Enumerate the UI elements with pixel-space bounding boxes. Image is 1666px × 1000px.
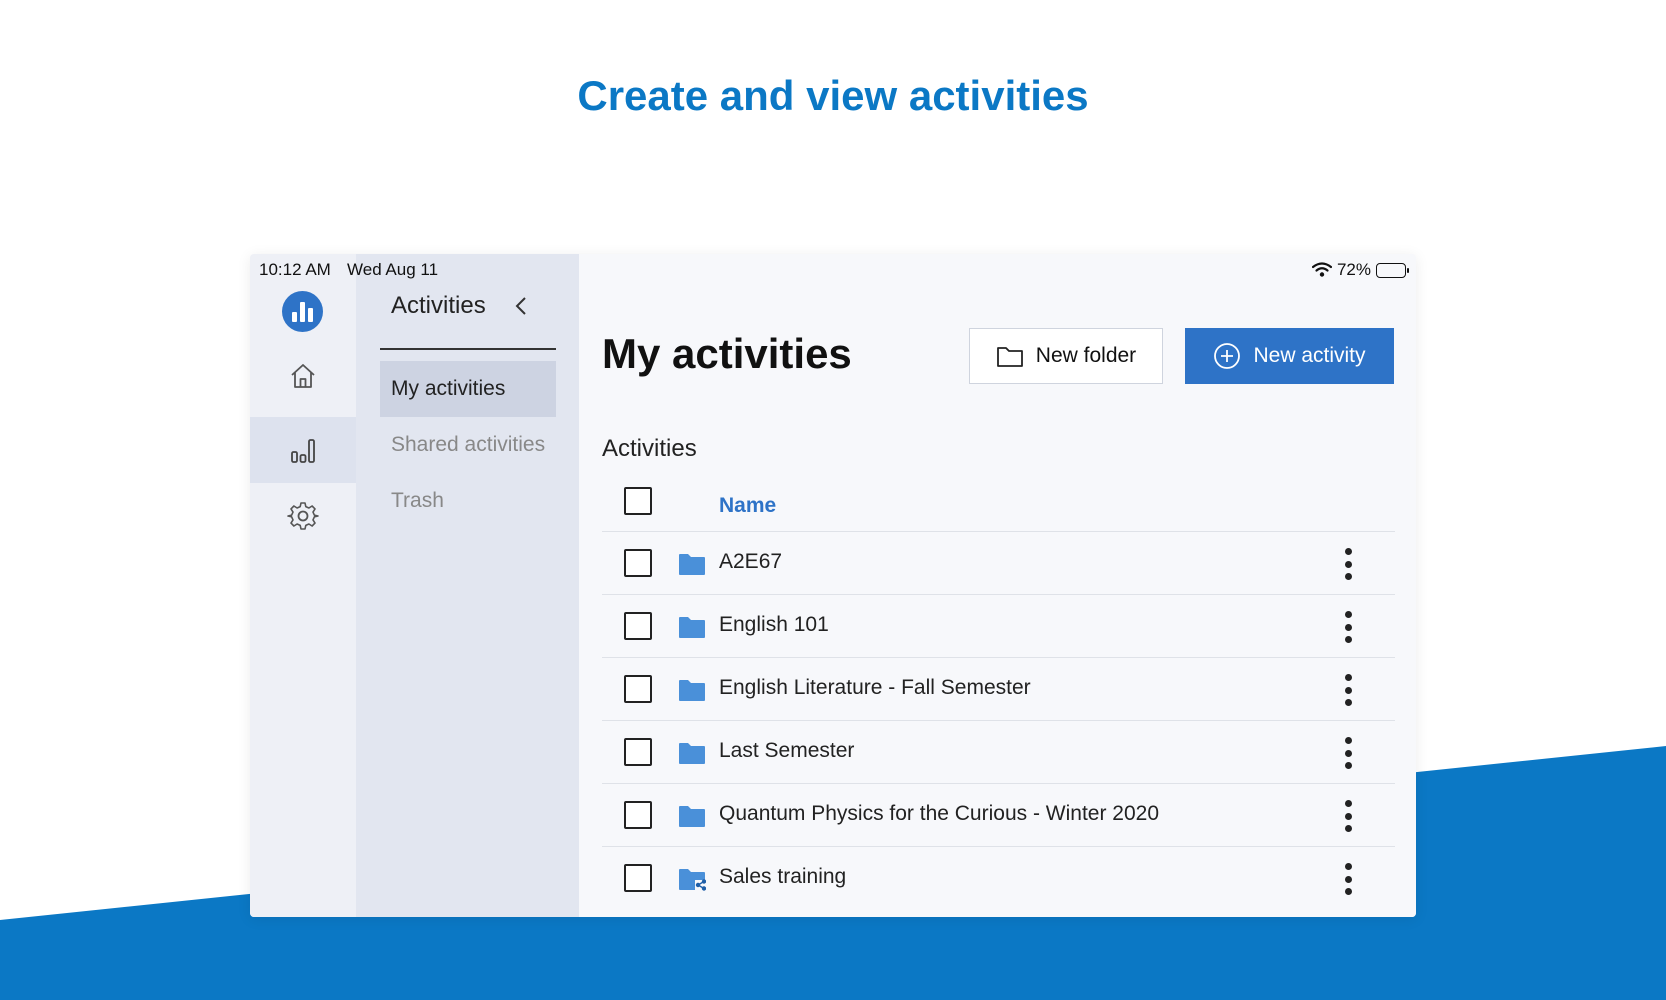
app-window: 10:12 AM Wed Aug 11 72% Activities My ac… bbox=[250, 254, 1416, 917]
page-title: My activities bbox=[602, 330, 852, 377]
row-checkbox[interactable] bbox=[624, 864, 652, 892]
section-title: Activities bbox=[602, 435, 697, 462]
row-name: Last Semester bbox=[719, 739, 855, 762]
status-indicators: 72% bbox=[1311, 260, 1409, 280]
table-row[interactable]: Quantum Physics for the Curious - Winter… bbox=[602, 784, 1395, 847]
row-checkbox[interactable] bbox=[624, 612, 652, 640]
wifi-icon bbox=[1311, 262, 1332, 277]
more-options-icon[interactable] bbox=[1343, 863, 1353, 895]
row-name: Quantum Physics for the Curious - Winter… bbox=[719, 802, 1160, 825]
new-folder-label: New folder bbox=[1035, 344, 1137, 367]
headline: Create and view activities bbox=[577, 72, 1089, 119]
panel-item-my-activities[interactable]: My activities bbox=[380, 361, 556, 417]
more-options-icon[interactable] bbox=[1343, 611, 1353, 643]
collapse-chevron-icon[interactable] bbox=[514, 296, 528, 322]
main-content: My activities New folder New activity Ac… bbox=[579, 254, 1416, 917]
select-all-checkbox[interactable] bbox=[624, 487, 652, 515]
home-icon[interactable] bbox=[250, 343, 356, 409]
table-row[interactable]: Last Semester bbox=[602, 721, 1395, 784]
status-time: 10:12 AM bbox=[259, 260, 331, 279]
more-options-icon[interactable] bbox=[1343, 737, 1353, 769]
activities-table: Name A2E67 English 101 English Literatur… bbox=[602, 487, 1395, 910]
table-header: Name bbox=[602, 487, 1395, 532]
more-options-icon[interactable] bbox=[1343, 548, 1353, 580]
panel-item-trash[interactable]: Trash bbox=[380, 473, 556, 529]
new-folder-button[interactable]: New folder bbox=[969, 328, 1163, 384]
row-checkbox[interactable] bbox=[624, 738, 652, 766]
folder-icon bbox=[679, 554, 705, 575]
logo-icon[interactable] bbox=[282, 291, 323, 332]
table-row[interactable]: English 101 bbox=[602, 595, 1395, 658]
nav-rail bbox=[250, 254, 356, 917]
activities-icon[interactable] bbox=[250, 417, 356, 483]
table-row[interactable]: English Literature - Fall Semester bbox=[602, 658, 1395, 721]
battery-icon bbox=[1376, 262, 1409, 278]
column-name[interactable]: Name bbox=[719, 494, 776, 518]
status-date: Wed Aug 11 bbox=[347, 260, 439, 279]
folder-icon bbox=[679, 680, 705, 701]
folder-icon bbox=[679, 617, 705, 638]
status-bar: 10:12 AM Wed Aug 11 72% bbox=[250, 254, 1416, 286]
folder-icon bbox=[679, 743, 705, 764]
table-row[interactable]: A2E67 bbox=[602, 532, 1395, 595]
row-name: English Literature - Fall Semester bbox=[719, 676, 1031, 699]
row-checkbox[interactable] bbox=[624, 675, 652, 703]
row-checkbox[interactable] bbox=[624, 801, 652, 829]
shared-folder-icon bbox=[679, 869, 706, 891]
more-options-icon[interactable] bbox=[1343, 674, 1353, 706]
folder-icon bbox=[679, 806, 705, 827]
row-name: English 101 bbox=[719, 613, 829, 636]
row-checkbox[interactable] bbox=[624, 549, 652, 577]
battery-percent: 72% bbox=[1336, 260, 1371, 279]
table-row[interactable]: Sales training bbox=[602, 847, 1395, 910]
panel-divider bbox=[380, 348, 556, 350]
new-activity-label: New activity bbox=[1253, 344, 1366, 367]
row-name: Sales training bbox=[719, 865, 847, 888]
new-activity-button[interactable]: New activity bbox=[1185, 328, 1394, 384]
panel-item-shared-activities[interactable]: Shared activities bbox=[380, 417, 556, 473]
row-name: A2E67 bbox=[719, 550, 783, 573]
folder-outline-icon bbox=[996, 347, 1023, 367]
activities-panel: Activities My activities Shared activiti… bbox=[356, 254, 579, 917]
settings-icon[interactable] bbox=[250, 483, 356, 549]
panel-title: Activities bbox=[391, 292, 486, 319]
plus-circle-icon bbox=[1214, 343, 1241, 369]
more-options-icon[interactable] bbox=[1343, 800, 1353, 832]
